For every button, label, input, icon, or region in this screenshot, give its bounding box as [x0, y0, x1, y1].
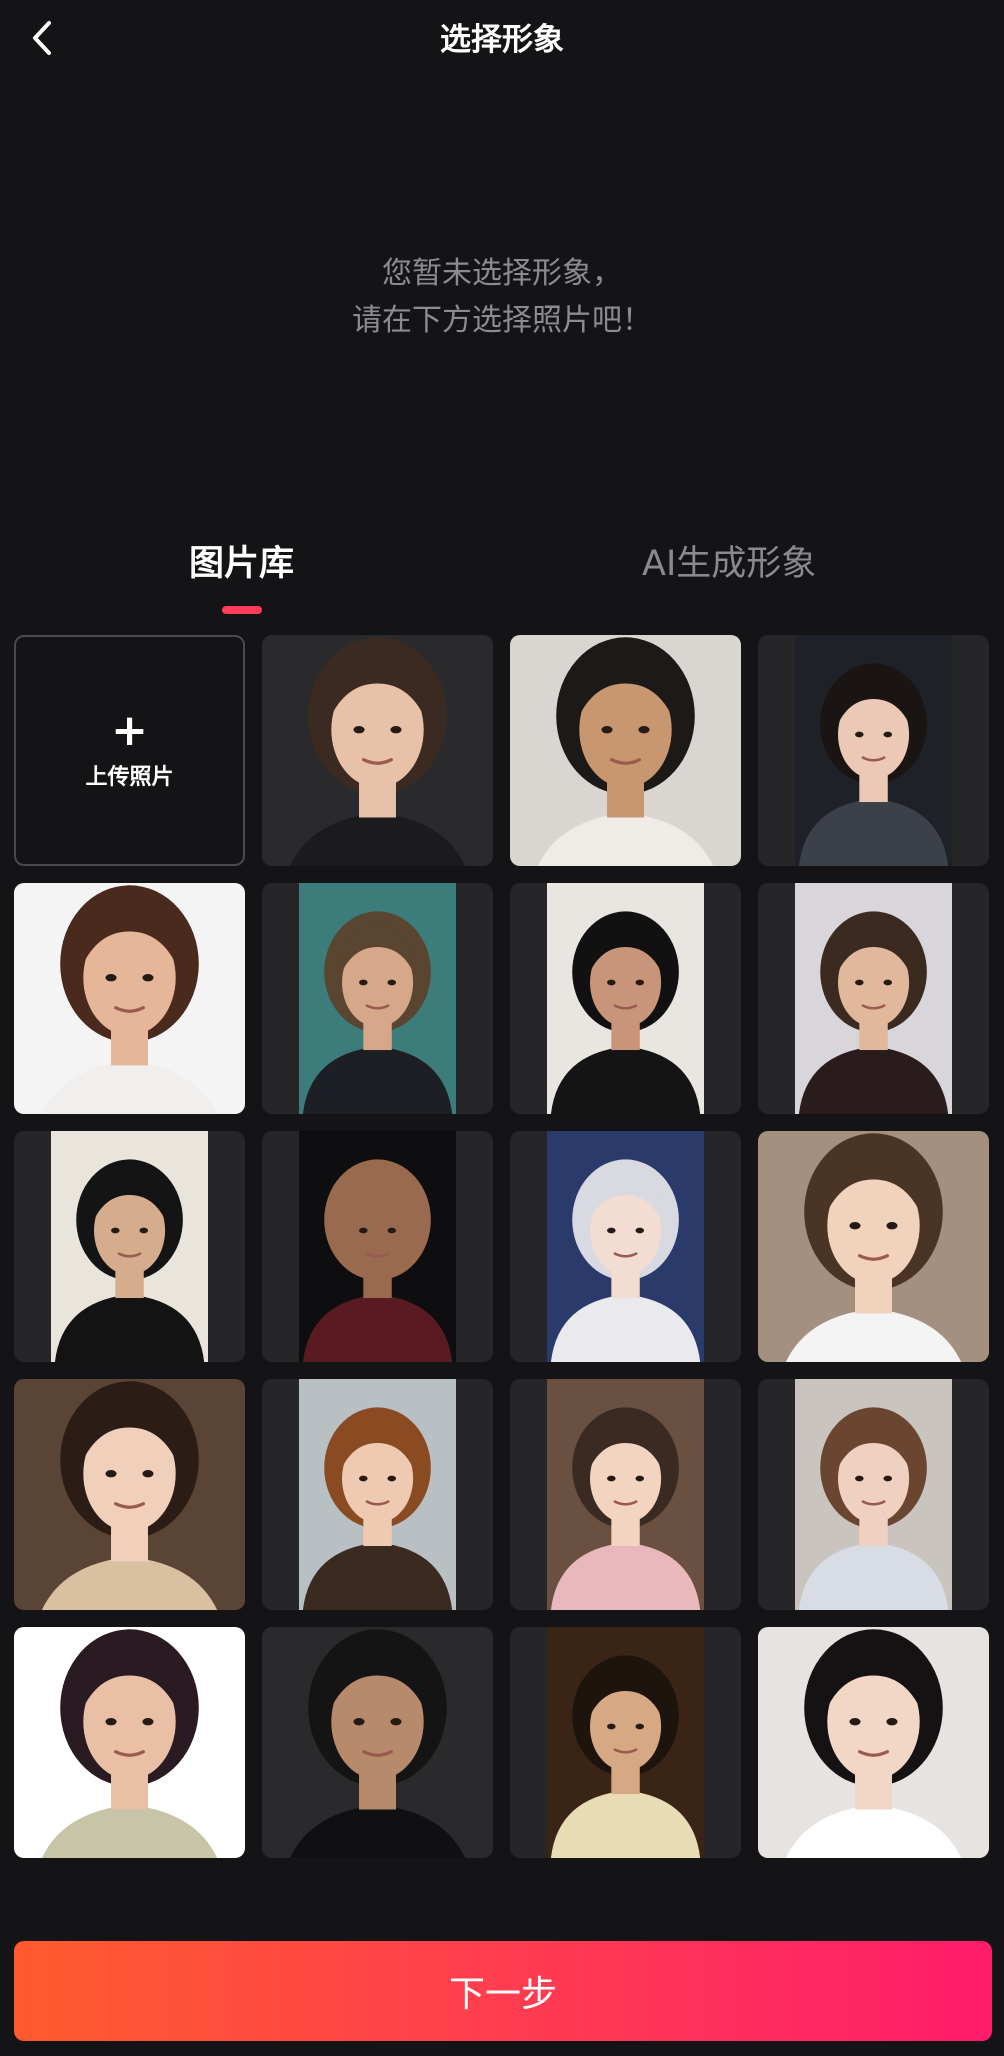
photo-thumbnail[interactable] [14, 1379, 245, 1610]
photo-thumbnail[interactable] [758, 635, 989, 866]
portrait-image [794, 1379, 953, 1610]
photo-thumbnail[interactable] [758, 1627, 989, 1858]
upload-photo-label: 上传照片 [85, 764, 174, 790]
tab-ai-generated[interactable]: AI生成形象 [642, 535, 816, 586]
portrait-image [794, 883, 953, 1114]
empty-state-message: 您暂未选择形象， 请在下方选择照片吧！ [0, 250, 1004, 344]
photo-thumbnail[interactable] [14, 1627, 245, 1858]
next-step-button[interactable]: 下一步 [14, 1941, 992, 2041]
portrait-image [262, 635, 493, 866]
photo-thumbnail[interactable] [262, 883, 493, 1114]
portrait-image [546, 883, 705, 1114]
portrait-image [546, 1379, 705, 1610]
photo-thumbnail[interactable] [758, 1379, 989, 1610]
photo-thumbnail[interactable] [758, 883, 989, 1114]
plus-icon: + [111, 704, 148, 756]
portrait-image [298, 1379, 457, 1610]
photo-thumbnail[interactable] [758, 1131, 989, 1362]
photo-thumbnail[interactable] [262, 1131, 493, 1362]
photo-thumbnail[interactable] [510, 883, 741, 1114]
photo-grid: + 上传照片 [14, 635, 992, 1858]
portrait-image [14, 883, 245, 1114]
photo-thumbnail[interactable] [262, 635, 493, 866]
portrait-image [758, 1131, 989, 1362]
active-tab-indicator [222, 606, 262, 614]
portrait-image [546, 1627, 705, 1858]
portrait-image [758, 1627, 989, 1858]
photo-thumbnail[interactable] [14, 883, 245, 1114]
photo-thumbnail[interactable] [510, 1131, 741, 1362]
page-title: 选择形象 [440, 22, 564, 58]
select-avatar-screen: 选择形象 您暂未选择形象， 请在下方选择照片吧！ 图片库 AI生成形象 + 上传… [0, 0, 1004, 2056]
portrait-image [262, 1627, 493, 1858]
portrait-image [794, 635, 953, 866]
portrait-image [14, 1379, 245, 1610]
header: 选择形象 [0, 0, 1004, 74]
tab-image-library[interactable]: 图片库 [189, 535, 294, 586]
portrait-image [510, 635, 741, 866]
portrait-image [546, 1131, 705, 1362]
photo-thumbnail[interactable] [510, 1379, 741, 1610]
upload-photo-button[interactable]: + 上传照片 [14, 635, 245, 866]
empty-state-line-1: 您暂未选择形象， [382, 256, 622, 291]
photo-thumbnail[interactable] [510, 1627, 741, 1858]
photo-thumbnail[interactable] [262, 1627, 493, 1858]
portrait-image [298, 883, 457, 1114]
portrait-image [298, 1131, 457, 1362]
empty-state-line-2: 请在下方选择照片吧！ [352, 303, 652, 338]
photo-thumbnail[interactable] [510, 635, 741, 866]
portrait-image [14, 1627, 245, 1858]
tab-bar: 图片库 AI生成形象 [0, 535, 1004, 615]
photo-thumbnail[interactable] [14, 1131, 245, 1362]
photo-thumbnail[interactable] [262, 1379, 493, 1610]
portrait-image [50, 1131, 209, 1362]
